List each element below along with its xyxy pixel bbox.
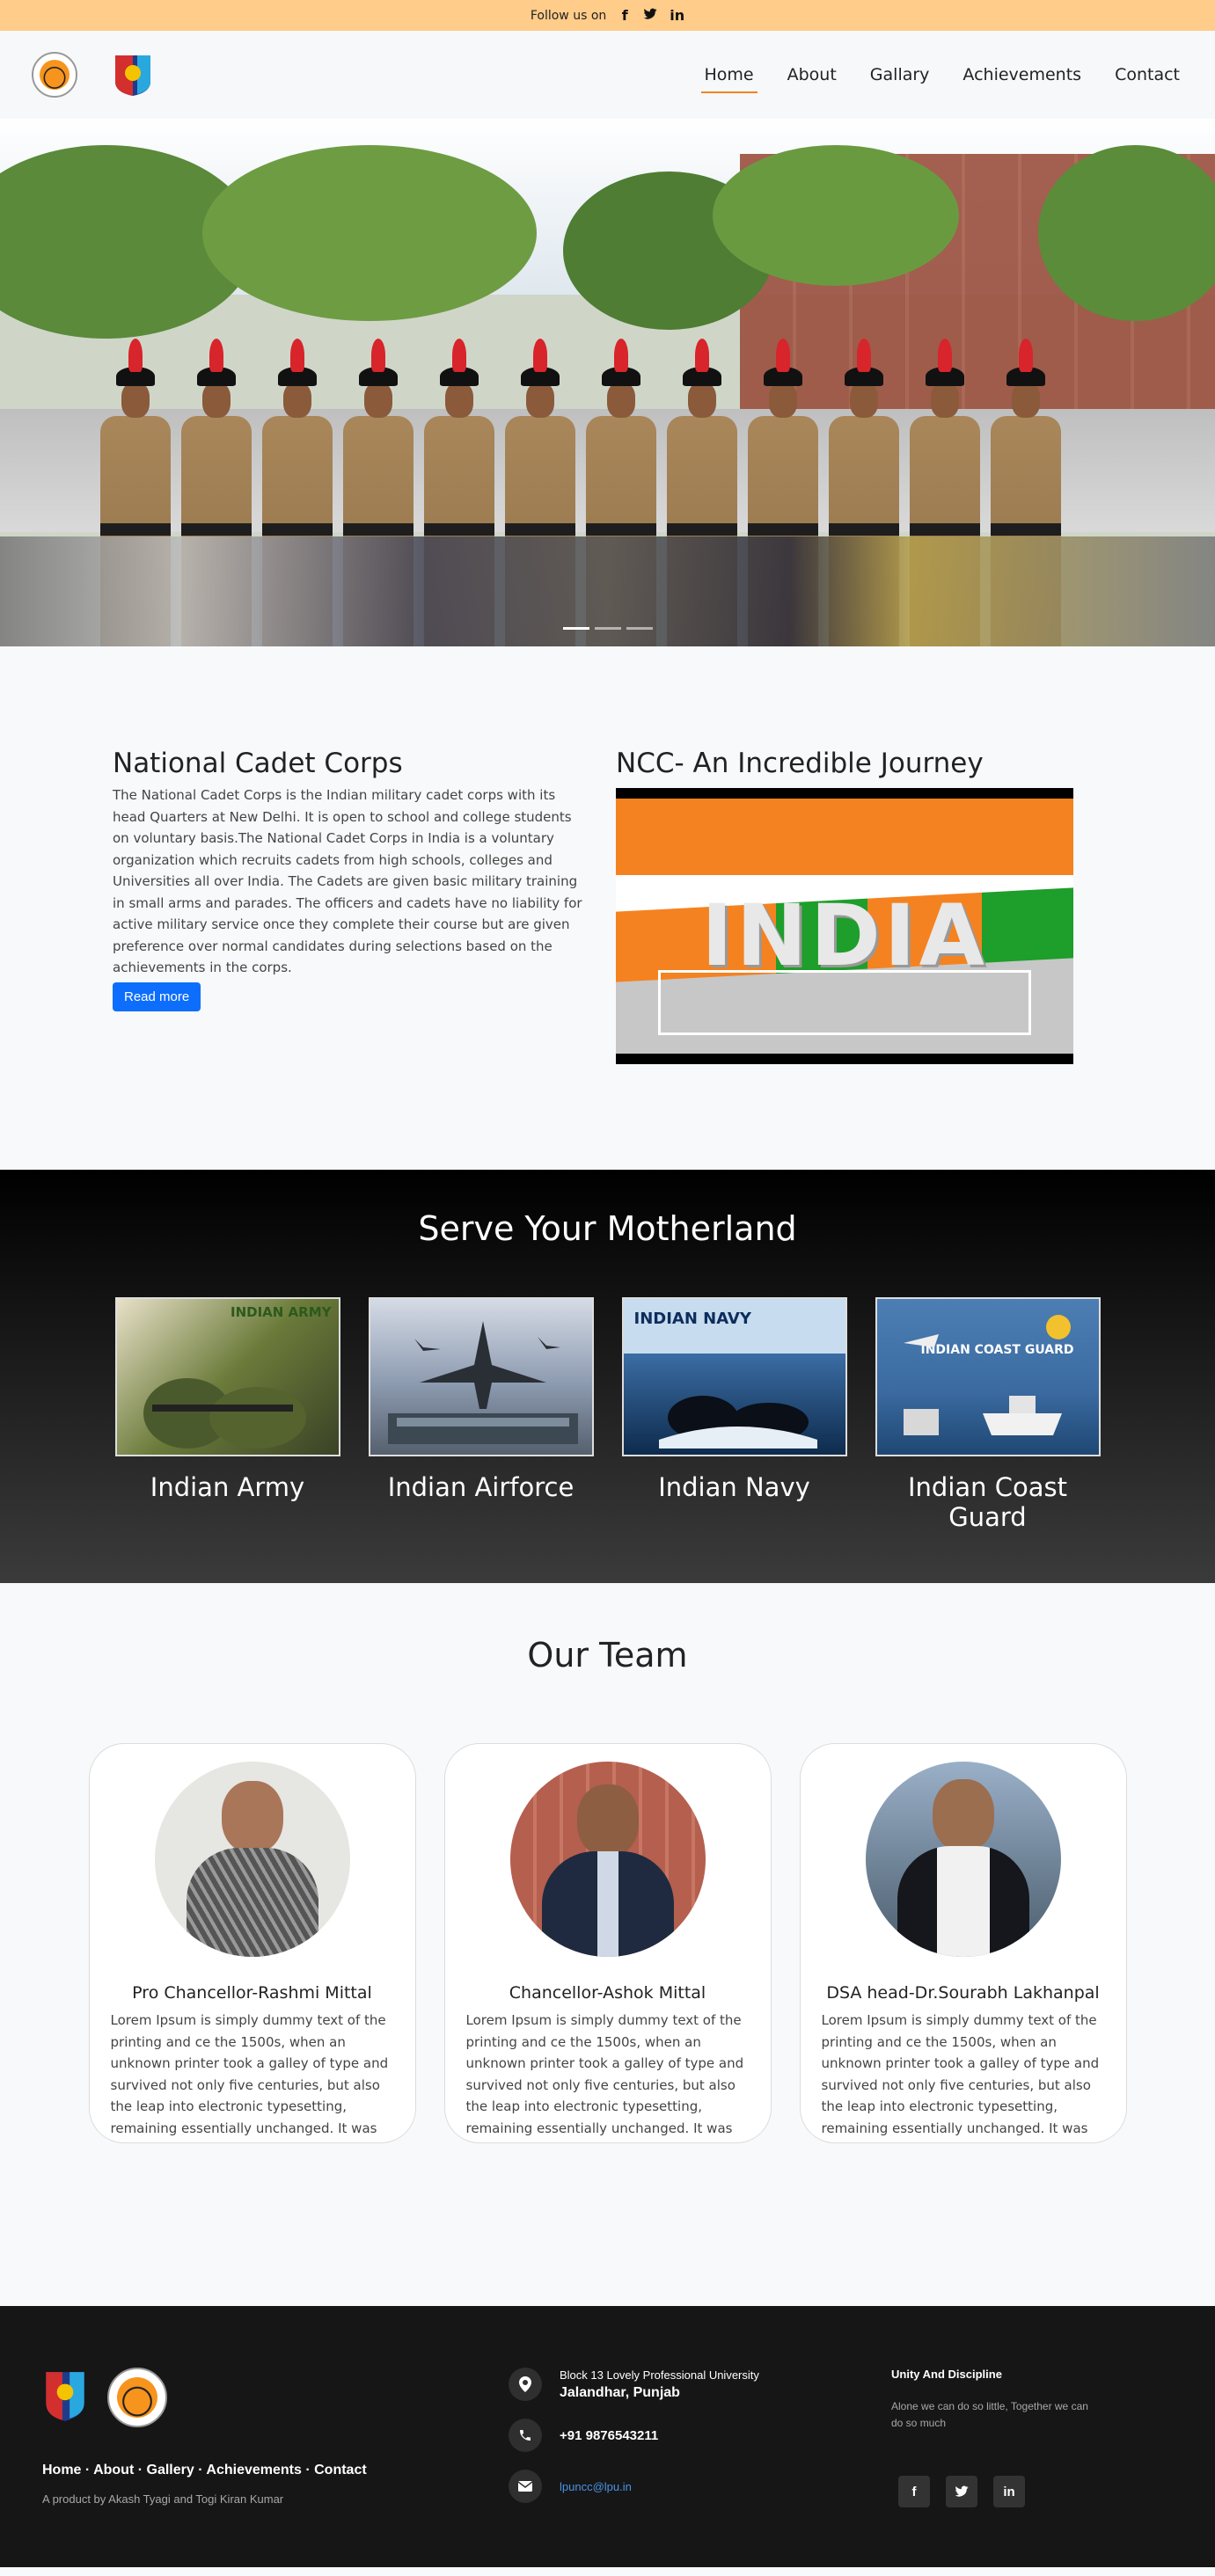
team-title: Our Team — [527, 1636, 688, 1675]
facebook-icon[interactable]: f — [618, 7, 631, 24]
hero-slide-2-preview — [0, 536, 1215, 646]
video-player[interactable]: INDIA — [616, 788, 1073, 1064]
footer-ncc-logo — [42, 2368, 88, 2427]
force-card-airforce[interactable]: Indian Airforce — [368, 1297, 594, 1532]
location-pin-icon — [509, 2368, 542, 2401]
address-line-1: Block 13 Lovely Professional University — [560, 2368, 759, 2382]
footer-links: Home · About · Gallery · Achievements · … — [42, 2463, 367, 2477]
navbar: Home About Gallary Achievements Contact — [0, 31, 1215, 119]
force-card-coastguard[interactable]: INDIAN COAST GUARD Indian Coast Guard — [875, 1297, 1101, 1532]
footer-link-home[interactable]: Home — [42, 2463, 81, 2477]
member-photo — [509, 1762, 706, 1957]
phone-number[interactable]: +91 9876543211 — [560, 2428, 658, 2443]
email-link[interactable]: lpuncc@lpu.in — [560, 2480, 632, 2493]
social-topbar: Follow us on f in — [0, 0, 1215, 31]
airforce-image — [368, 1297, 594, 1456]
twitter-icon[interactable] — [643, 7, 657, 24]
navy-caption: Indian Navy — [658, 1472, 810, 1502]
member-bio: Lorem Ipsum is simply dummy text of the … — [110, 2012, 389, 2142]
carousel-indicator-1[interactable] — [562, 627, 589, 630]
phone-icon — [509, 2419, 542, 2452]
member-name: Chancellor-Ashok Mittal — [509, 1983, 706, 2003]
motto-title: Unity And Discipline — [891, 2368, 1002, 2381]
footer-about: Unity And Discipline Alone we can do so … — [891, 2368, 1102, 2567]
about-section: National Cadet Corps The National Cadet … — [0, 646, 1215, 1170]
footer-left: Home · About · Gallery · Achievements · … — [42, 2368, 509, 2567]
footer: Home · About · Gallery · Achievements · … — [0, 2306, 1215, 2567]
about-title: National Cadet Corps — [113, 748, 403, 779]
address-line-2: Jalandhar, Punjab — [560, 2384, 680, 2400]
footer-social: f in — [891, 2476, 1102, 2507]
video-title: NCC- An Incredible Journey — [616, 748, 984, 779]
footer-lpu-logo — [107, 2368, 167, 2427]
follow-text: Follow us on — [530, 8, 607, 23]
member-bio: Lorem Ipsum is simply dummy text of the … — [465, 2012, 744, 2142]
hero-carousel[interactable] — [0, 119, 1215, 646]
footer-email-row: lpuncc@lpu.in — [509, 2470, 891, 2503]
nav-home[interactable]: Home — [700, 56, 758, 93]
navy-image-text: INDIAN NAVY — [633, 1310, 751, 1328]
army-caption: Indian Army — [150, 1472, 305, 1502]
nav-achievements[interactable]: Achievements — [959, 56, 1085, 93]
lpu-logo[interactable] — [32, 52, 77, 98]
logo-group — [32, 51, 157, 99]
footer-link-contact[interactable]: Contact — [314, 2463, 367, 2477]
member-name: Pro Chancellor-Rashmi Mittal — [132, 1983, 372, 2003]
carousel-indicators — [562, 627, 653, 630]
force-card-army[interactable]: INDIAN ARMY Indian Army — [114, 1297, 340, 1532]
coastguard-image: INDIAN COAST GUARD — [875, 1297, 1101, 1456]
motto-text: Alone we can do so little, Together we c… — [891, 2400, 1088, 2429]
member-name: DSA head-Dr.Sourabh Lakhanpal — [826, 1983, 1100, 2003]
carousel-indicator-3[interactable] — [626, 627, 653, 630]
about-text-block: National Cadet Corps The National Cadet … — [113, 748, 588, 1064]
footer-logos — [42, 2368, 509, 2427]
member-bio: Lorem Ipsum is simply dummy text of the … — [821, 2012, 1100, 2142]
ncc-logo[interactable] — [109, 51, 157, 99]
army-image-text: INDIAN ARMY — [231, 1304, 332, 1320]
about-paragraph: The National Cadet Corps is the Indian m… — [113, 787, 582, 975]
video-thumbnail: INDIA — [616, 799, 1073, 1054]
footer-link-gallery[interactable]: Gallery — [147, 2463, 194, 2477]
about-video-block: NCC- An Incredible Journey INDIA — [616, 748, 1091, 1064]
hero-trees — [0, 145, 1215, 339]
airforce-caption: Indian Airforce — [387, 1472, 575, 1502]
nav-gallary[interactable]: Gallary — [867, 56, 933, 93]
twitter-icon[interactable] — [946, 2476, 977, 2507]
serve-section: Serve Your Motherland INDIAN ARMY Indian… — [0, 1170, 1215, 1583]
force-card-navy[interactable]: INDIAN NAVY Indian Navy — [621, 1297, 847, 1532]
nav-links: Home About Gallary Achievements Contact — [700, 56, 1184, 93]
nav-contact[interactable]: Contact — [1111, 56, 1183, 93]
envelope-icon — [509, 2470, 542, 2503]
forces-grid: INDIAN ARMY Indian Army Indian Airforce … — [0, 1297, 1215, 1532]
footer-credit: A product by Akash Tyagi and Togi Kiran … — [42, 2492, 284, 2506]
team-card: Pro Chancellor-Rashmi Mittal Lorem Ipsum… — [88, 1743, 416, 2143]
team-card: DSA head-Dr.Sourabh Lakhanpal Lorem Ipsu… — [799, 1743, 1127, 2143]
footer-phone-row: +91 9876543211 — [509, 2419, 891, 2452]
footer-link-about[interactable]: About — [93, 2463, 134, 2477]
team-section: Our Team Pro Chancellor-Rashmi Mittal Lo… — [0, 1583, 1215, 2143]
footer-link-achievements[interactable]: Achievements — [206, 2463, 302, 2477]
read-more-button[interactable]: Read more — [113, 982, 201, 1011]
team-cards: Pro Chancellor-Rashmi Mittal Lorem Ipsum… — [0, 1743, 1215, 2143]
carousel-indicator-2[interactable] — [594, 627, 621, 630]
footer-contact: Block 13 Lovely Professional University … — [509, 2368, 891, 2567]
facebook-icon[interactable]: f — [898, 2476, 930, 2507]
linkedin-icon[interactable]: in — [670, 7, 684, 24]
team-card: Chancellor-Ashok Mittal Lorem Ipsum is s… — [443, 1743, 772, 2143]
army-image: INDIAN ARMY — [114, 1297, 340, 1456]
coastguard-caption: Indian Coast Guard — [907, 1472, 1067, 1532]
footer-address-row: Block 13 Lovely Professional University … — [509, 2368, 891, 2401]
nav-about[interactable]: About — [784, 56, 840, 93]
member-photo — [865, 1762, 1061, 1957]
navy-image: INDIAN NAVY — [621, 1297, 847, 1456]
serve-title: Serve Your Motherland — [418, 1209, 797, 1248]
linkedin-icon[interactable]: in — [993, 2476, 1025, 2507]
member-photo — [154, 1762, 350, 1957]
